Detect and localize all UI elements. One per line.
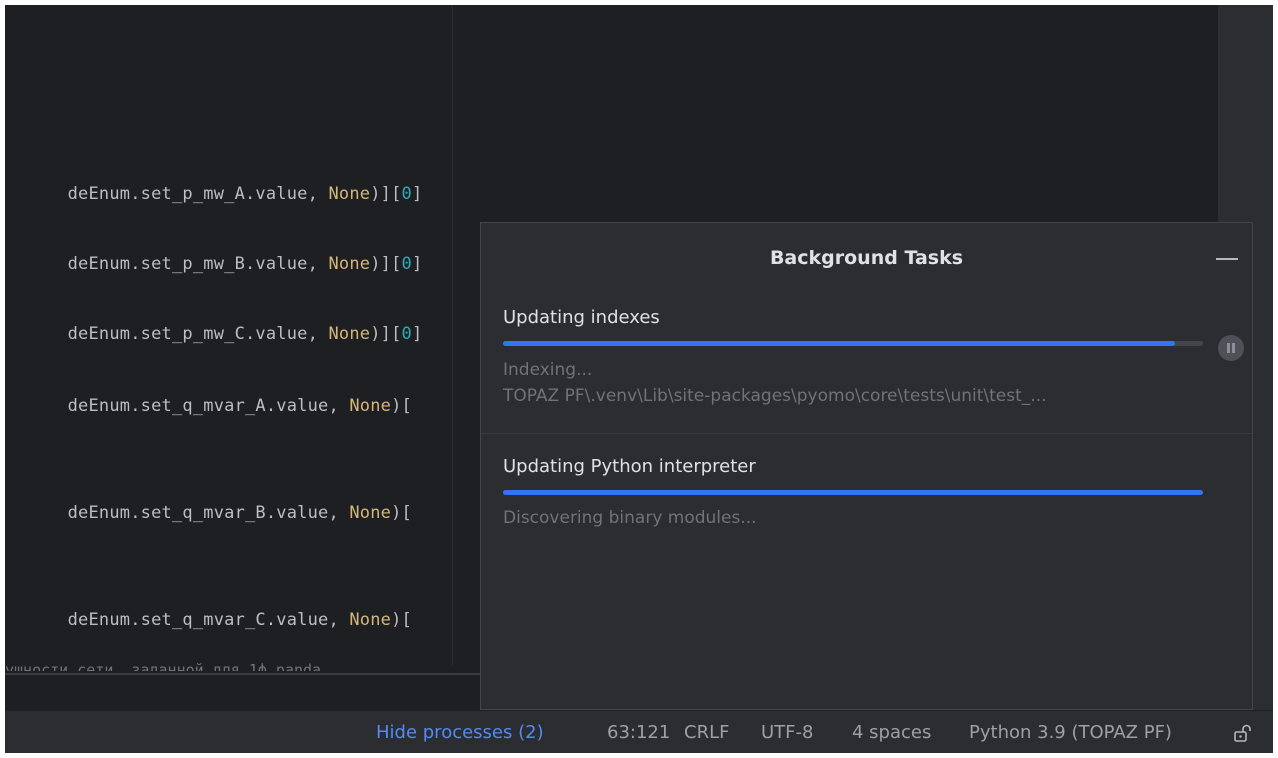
status-bar: Hide processes (2) 63:121 CRLF UTF-8 4 s… [5, 710, 1273, 753]
code-text: )][ [370, 184, 402, 204]
task-detail: TOPAZ PF\.venv\Lib\site-packages\pyomo\c… [503, 386, 1047, 406]
ide-window: deEnum.set_p_mw_A.value, None)][0] deEnu… [5, 5, 1273, 753]
task-status: Indexing... [503, 360, 593, 380]
unlock-icon[interactable] [1233, 723, 1253, 743]
code-text: deEnum.set_q_mvar_C.value, [67, 610, 350, 630]
indent-setting[interactable]: 4 spaces [852, 722, 931, 743]
progress-bar [503, 341, 1203, 346]
task-divider [481, 433, 1252, 434]
task-title: Updating Python interpreter [503, 456, 756, 477]
code-line[interactable]: deEnum.set_q_mvar_C.value, None)[ [5, 590, 412, 650]
keyword-none: None [328, 324, 371, 344]
task-title: Updating indexes [503, 307, 660, 328]
code-line[interactable]: deEnum.set_q_mvar_A.value, None)[ [5, 376, 412, 436]
code-comment-line: ушности сети, заданной для 1ф panda [5, 661, 322, 671]
progress-bar [503, 490, 1203, 495]
code-text: )[ [391, 396, 412, 416]
code-line[interactable]: deEnum.set_p_mw_A.value, None)][0] [5, 164, 423, 224]
code-text: )][ [370, 324, 402, 344]
code-text: )][ [370, 254, 402, 274]
code-text: ] [411, 184, 423, 204]
keyword-none: None [349, 503, 392, 523]
code-text: deEnum.set_p_mw_A.value, [67, 184, 329, 204]
minimize-button[interactable] [1216, 258, 1238, 260]
number-literal: 0 [401, 324, 412, 344]
file-encoding[interactable]: UTF-8 [761, 722, 813, 743]
code-text: )[ [391, 503, 412, 523]
code-text: ] [411, 324, 423, 344]
progress-bar-fill [503, 490, 1203, 495]
code-line[interactable]: deEnum.set_q_mvar_B.value, None)[ [5, 483, 412, 543]
code-text: )[ [391, 610, 412, 630]
number-literal: 0 [401, 184, 412, 204]
keyword-none: None [349, 610, 392, 630]
python-interpreter[interactable]: Python 3.9 (TOPAZ PF) [969, 722, 1172, 743]
progress-bar-fill [503, 341, 1175, 346]
code-line[interactable]: deEnum.set_p_mw_B.value, None)][0] [5, 234, 423, 294]
code-text: ] [411, 254, 423, 274]
editor-divider [452, 5, 453, 665]
code-line[interactable]: deEnum.set_p_mw_C.value, None)][0] [5, 304, 423, 364]
code-text: deEnum.set_q_mvar_B.value, [67, 503, 350, 523]
popup-title: Background Tasks [769, 247, 964, 269]
pause-icon[interactable] [1218, 335, 1244, 361]
background-tasks-popup: Background Tasks Updating indexes Indexi… [480, 222, 1253, 710]
keyword-none: None [328, 254, 371, 274]
code-text: deEnum.set_q_mvar_A.value, [67, 396, 350, 416]
number-literal: 0 [401, 254, 412, 274]
code-text: deEnum.set_p_mw_C.value, [67, 324, 329, 344]
caret-position[interactable]: 63:121 [607, 722, 670, 743]
code-text: deEnum.set_p_mw_B.value, [67, 254, 329, 274]
keyword-none: None [328, 184, 371, 204]
task-status: Discovering binary modules... [503, 508, 757, 528]
line-separator[interactable]: CRLF [684, 722, 729, 743]
editor-bottom-border [5, 673, 481, 675]
keyword-none: None [349, 396, 392, 416]
hide-processes-link[interactable]: Hide processes (2) [376, 722, 544, 743]
